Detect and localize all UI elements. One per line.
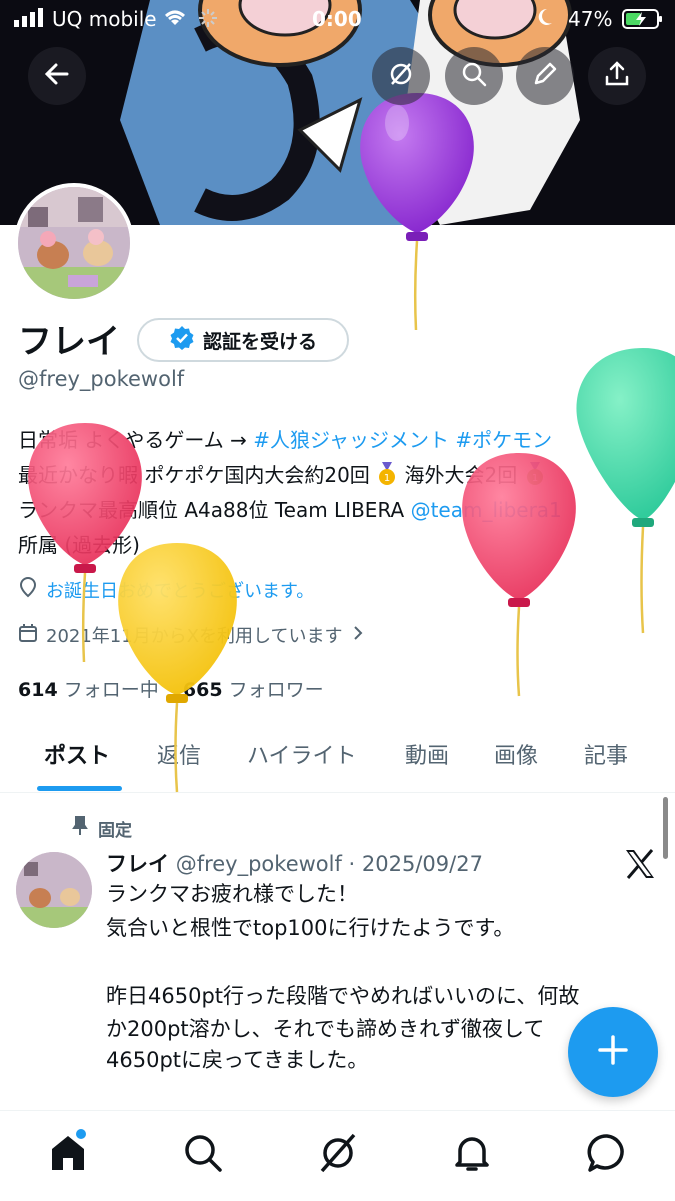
tab-images[interactable]: 画像 [494,738,538,770]
profile-handle: @frey_pokewolf [18,367,185,391]
joined-row[interactable]: 2021年11月からXを利用しています [18,622,365,648]
home-icon [46,1136,90,1179]
search-icon [460,60,488,92]
search-button[interactable] [445,47,503,105]
get-verified-button[interactable]: 認証を受ける [137,318,349,362]
notification-dot [76,1129,86,1139]
followers-label: フォロワー [228,679,324,701]
post-author-name[interactable]: フレイ [106,852,169,876]
medal-icon: 1 [376,462,398,487]
loading-spinner-icon [198,8,218,33]
birthday-row[interactable]: お誕生日おめでとうございます。 [18,576,314,603]
message-icon [585,1134,629,1179]
clock: 0:00 [312,7,362,31]
wifi-icon [162,7,188,32]
bio-line-1: 日常垢 よくやるゲーム → #人狼ジャッジメント #ポケモン [18,423,552,458]
tab-videos[interactable]: 動画 [405,738,449,770]
share-icon [603,60,631,92]
post-text-line: ランクマお疲れ様でした！ [106,882,358,906]
grok-button[interactable] [372,47,430,105]
active-tab-indicator [37,786,122,791]
pinned-indicator: 固定 [72,816,132,841]
followers-link[interactable]: 665 フォロワー [183,679,324,701]
bio-line-4: 所属 (過去形) [18,533,140,557]
verified-badge-icon [169,325,195,356]
tab-replies[interactable]: 返信 [157,738,201,770]
grok-icon [316,1133,360,1179]
chevron-right-icon [351,624,365,647]
compose-post-button[interactable] [568,1007,658,1097]
svg-text:1: 1 [384,473,390,484]
edit-button[interactable] [516,47,574,105]
following-link[interactable]: 614 フォロー中 [18,679,159,701]
following-label: フォロー中 [63,679,159,701]
status-bar: UQ mobile 0:00 47% [0,0,675,40]
nav-notifications[interactable] [450,1131,494,1175]
nav-grok[interactable] [316,1131,360,1175]
battery-percent: 47% [568,7,613,31]
profile-avatar[interactable] [14,183,134,303]
bio-line-3: ランクマ最高順位 A4a88位 Team LIBERA @team_libera… [18,493,562,528]
battery-icon [622,9,664,34]
post-text-line: か200pt溶かし、それでも諦めきれず徹夜して [106,1017,545,1041]
post-text-line: 4650ptに戻ってきました。 [106,1048,369,1072]
bell-icon [450,1137,494,1179]
following-count: 614 [18,679,58,701]
nav-search[interactable] [181,1131,225,1175]
carrier-label: UQ mobile [52,7,157,31]
birthday-text: お誕生日おめでとうございます。 [46,580,315,602]
bio-text: 海外大会2回 [398,463,518,487]
tab-articles[interactable]: 記事 [584,738,628,770]
post-header: フレイ @frey_pokewolf · 2025/09/27 [106,848,483,878]
followers-count: 665 [182,679,223,701]
plus-icon [596,1033,630,1071]
share-button[interactable] [588,47,646,105]
pencil-icon [531,60,559,92]
medal-icon: 1 [524,462,546,487]
profile-tabs: ポスト 返信 ハイライト 動画 画像 記事 [0,718,675,793]
moon-icon [538,7,558,32]
location-pin-icon [18,576,38,603]
bio-text: 日常垢 よくやるゲーム → [18,428,254,452]
nav-home[interactable] [46,1129,90,1175]
search-icon [181,1135,225,1179]
joined-text: 2021年11月からXを利用しています [46,626,343,647]
x-logo-icon [624,848,656,880]
tab-highlights[interactable]: ハイライト [247,738,357,770]
bio-text: 最近かなり暇 ポケポケ国内大会約20回 [18,463,370,487]
bio-text: ランクマ最高順位 A4a88位 Team LIBERA [18,498,411,522]
pinned-label: 固定 [98,821,132,841]
follow-stats: 614 フォロー中 665 フォロワー [18,675,324,702]
svg-text:1: 1 [531,473,537,484]
post-avatar-image [16,852,92,928]
bio-mention-link[interactable]: @team_libera1 [411,498,562,522]
nav-messages[interactable] [585,1131,629,1175]
grok-icon [387,60,415,92]
post-text-line: 昨日4650pt行った段階でやめればいいのに、何故 [106,984,580,1008]
profile-name: フレイ [18,322,120,362]
bio-hashtags[interactable]: #人狼ジャッジメント #ポケモン [253,428,552,452]
scrollbar[interactable] [663,797,668,859]
bio-line-2: 最近かなり暇 ポケポケ国内大会約20回 1 海外大会2回 1 [18,458,546,493]
post-meta: @frey_pokewolf · 2025/09/27 [175,852,483,876]
signal-icon [14,7,46,32]
tab-posts[interactable]: ポスト [44,738,110,770]
pin-icon [72,816,88,841]
post-text-line: 気合いと根性でtop100に行けたようです。 [106,916,515,940]
bottom-navigation [0,1110,675,1201]
green-balloon [576,348,675,634]
get-verified-label: 認証を受ける [202,330,317,353]
calendar-icon [18,623,38,648]
avatar-image [18,187,130,299]
back-button[interactable] [28,47,86,105]
post-author-avatar[interactable] [16,852,92,928]
back-arrow-icon [43,60,71,92]
